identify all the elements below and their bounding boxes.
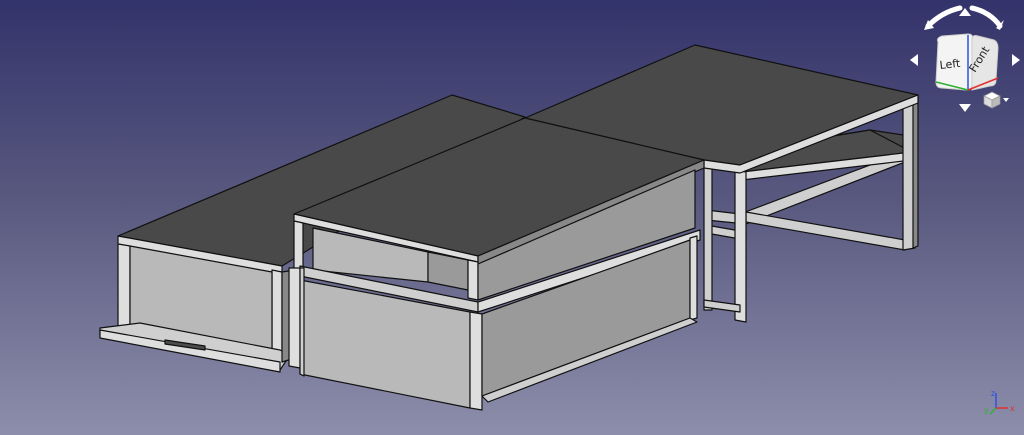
view-left-arrow-icon[interactable] (910, 54, 918, 66)
navigation-cube[interactable]: Left Front (910, 5, 1020, 112)
navcube-menu-icon[interactable] (983, 91, 1009, 109)
rotate-left-icon[interactable] (925, 5, 963, 29)
axis-y-label: y (984, 406, 989, 415)
rotate-right-icon[interactable] (969, 5, 1003, 29)
cad-model[interactable]: Left Front z x y (0, 0, 1024, 435)
3d-viewport[interactable]: Left Front z x y (0, 0, 1024, 435)
view-right-arrow-icon[interactable] (1012, 54, 1020, 66)
axis-indicator: z x y (984, 389, 1015, 415)
axis-z-label: z (991, 389, 995, 398)
axis-x-label: x (1010, 404, 1015, 413)
view-down-arrow-icon[interactable] (959, 104, 971, 112)
navcube-left-face: Left (939, 57, 962, 72)
